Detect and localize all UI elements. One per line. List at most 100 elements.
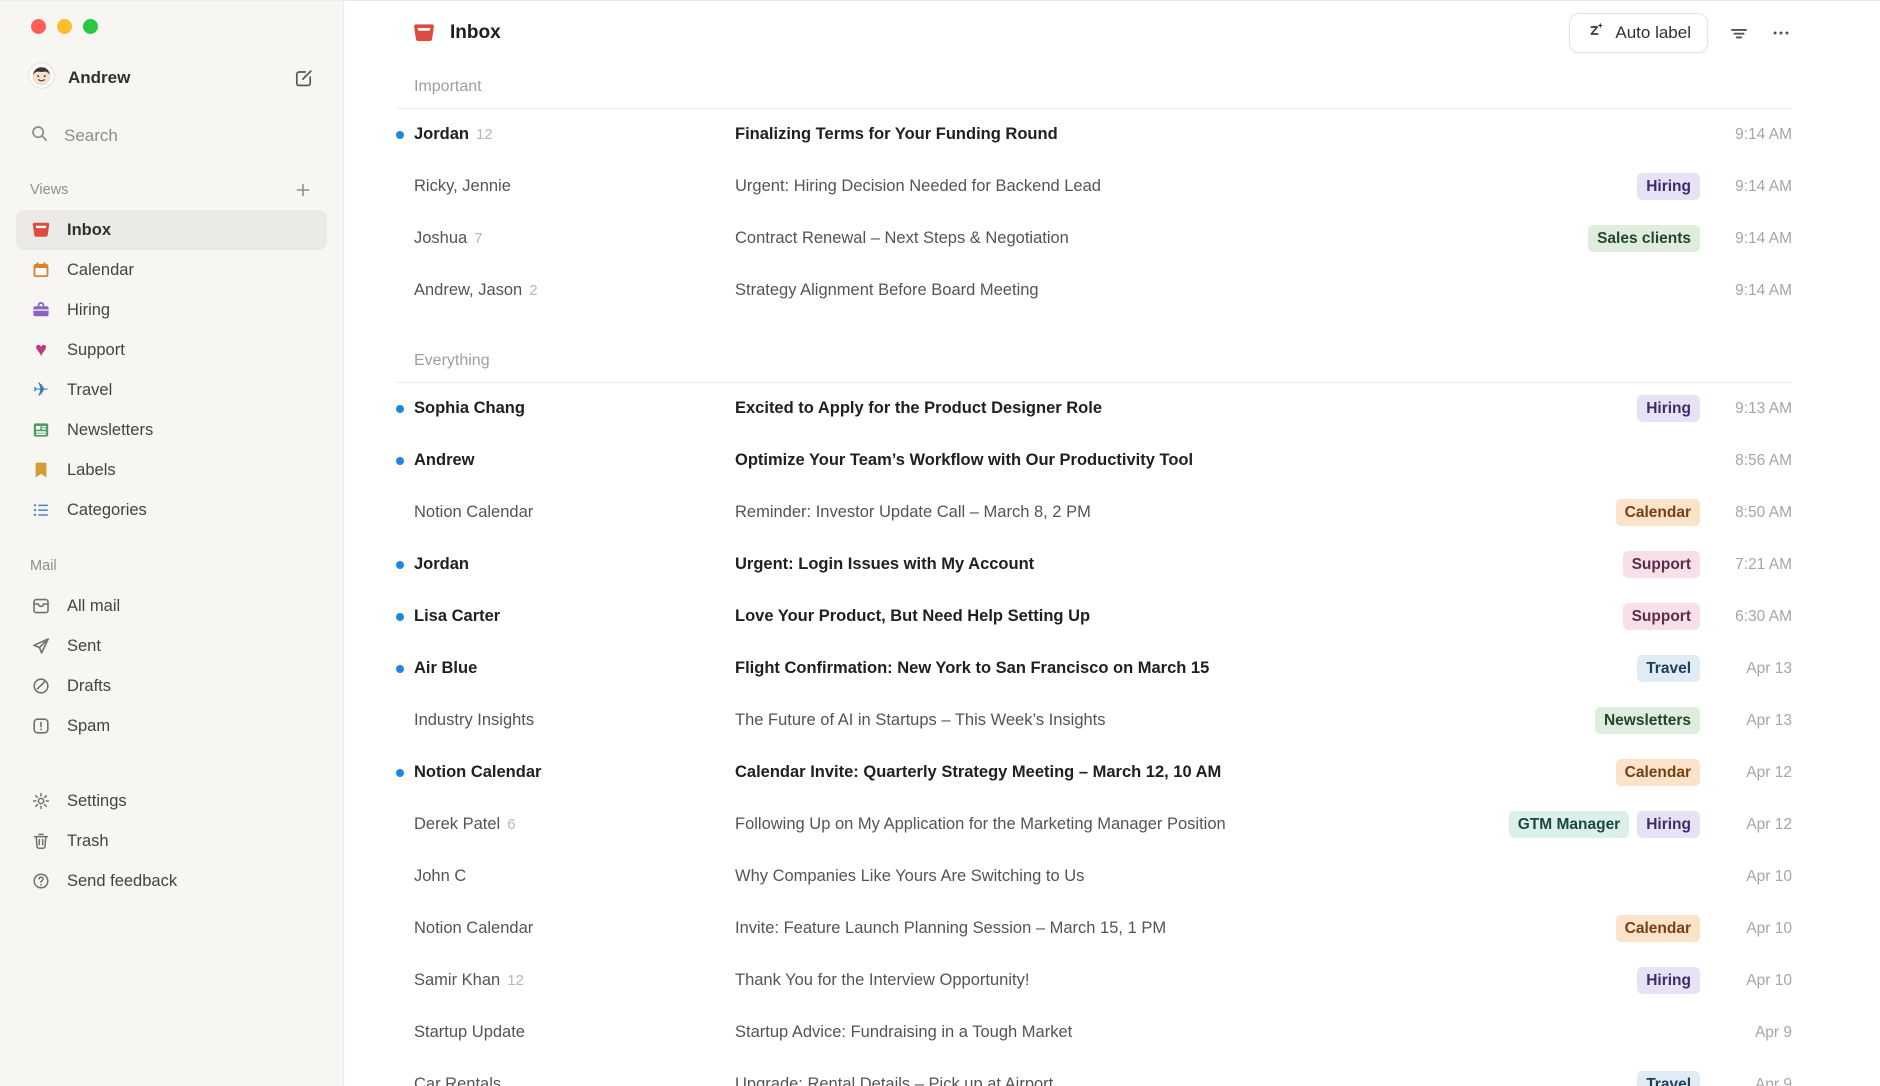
label-chip-calendar[interactable]: Calendar [1616,915,1700,942]
email-time: 8:50 AM [1700,504,1792,522]
email-time: 9:14 AM [1700,230,1792,248]
label-chip-hiring[interactable]: Hiring [1637,811,1700,838]
sidebar-item-label: Trash [67,832,109,851]
label-chip-gtm-manager[interactable]: GTM Manager [1509,811,1629,838]
sidebar-item-label: All mail [67,597,120,616]
sidebar-item-all-mail[interactable]: All mail [16,586,327,626]
sidebar-item-drafts[interactable]: Drafts [16,666,327,706]
email-sender: Samir Khan12 [414,971,735,990]
label-chip-travel[interactable]: Travel [1637,655,1700,682]
send-icon [30,636,52,656]
sidebar-item-settings[interactable]: Settings [16,781,327,821]
label-chip-hiring[interactable]: Hiring [1637,967,1700,994]
sidebar-item-label: Support [67,341,125,360]
thread-count: 2 [529,282,537,299]
label-chip-support[interactable]: Support [1623,603,1700,630]
email-row[interactable]: Andrew, Jason2Strategy Alignment Before … [396,265,1792,317]
label-chip-calendar[interactable]: Calendar [1616,499,1700,526]
email-row[interactable]: Notion CalendarInvite: Feature Launch Pl… [396,903,1792,955]
minimize-window-button[interactable] [57,19,72,34]
email-row[interactable]: JordanUrgent: Login Issues with My Accou… [396,539,1792,591]
unread-dot [396,126,414,144]
email-sender: Notion Calendar [414,919,735,938]
drafts-icon [30,676,52,696]
email-row[interactable]: Sophia ChangExcited to Apply for the Pro… [396,383,1792,435]
unread-dot [396,660,414,678]
email-row[interactable]: AndrewOptimize Your Team’s Workflow with… [396,435,1792,487]
email-row[interactable]: Samir Khan12Thank You for the Interview … [396,955,1792,1007]
label-chip-hiring[interactable]: Hiring [1637,395,1700,422]
email-row[interactable]: Derek Patel6Following Up on My Applicati… [396,799,1792,851]
label-chip-newsletters[interactable]: Newsletters [1595,707,1700,734]
email-subject: Why Companies Like Yours Are Switching t… [735,867,1700,886]
section-title: Important [396,65,1792,109]
email-row[interactable]: Startup UpdateStartup Advice: Fundraisin… [396,1007,1792,1059]
more-icon[interactable] [1770,22,1792,44]
label-chip-calendar[interactable]: Calendar [1616,759,1700,786]
sidebar-item-label: Hiring [67,301,110,320]
email-time: 9:14 AM [1700,282,1792,300]
briefcase-icon [30,300,52,320]
mail-section-label: Mail [30,558,57,574]
email-time: Apr 12 [1700,816,1792,834]
sidebar-item-label: Spam [67,717,110,736]
label-chip-sales-clients[interactable]: Sales clients [1588,225,1700,252]
email-subject: Love Your Product, But Need Help Setting… [735,607,1623,626]
email-row[interactable]: Industry InsightsThe Future of AI in Sta… [396,695,1792,747]
email-labels: Calendar [1616,759,1700,786]
sidebar-item-labels[interactable]: Labels [16,450,327,490]
sidebar-item-categories[interactable]: Categories [16,490,327,530]
email-row[interactable]: Joshua7Contract Renewal – Next Steps & N… [396,213,1792,265]
sidebar-item-label: Labels [67,461,116,480]
close-window-button[interactable] [31,19,46,34]
label-chip-travel[interactable]: Travel [1637,1071,1700,1086]
sidebar-item-label: Sent [67,637,101,656]
sidebar-item-sent[interactable]: Sent [16,626,327,666]
main-area: Inbox Auto label ImportantJordan12Finali… [344,1,1880,1086]
email-sender: Startup Update [414,1023,735,1042]
sidebar-item-calendar[interactable]: Calendar [16,250,327,290]
sidebar-item-send-feedback[interactable]: Send feedback [16,861,327,901]
label-chip-hiring[interactable]: Hiring [1637,173,1700,200]
email-row[interactable]: Notion CalendarReminder: Investor Update… [396,487,1792,539]
auto-label-button[interactable]: Auto label [1569,13,1708,53]
account-row[interactable]: Andrew [16,58,327,98]
sidebar-item-support[interactable]: ♥Support [16,330,327,370]
sidebar-item-spam[interactable]: Spam [16,706,327,746]
email-row[interactable]: Lisa CarterLove Your Product, But Need H… [396,591,1792,643]
add-view-button[interactable] [289,176,317,204]
email-subject: Startup Advice: Fundraising in a Tough M… [735,1023,1700,1042]
thread-count: 12 [507,972,524,989]
zoom-window-button[interactable] [83,19,98,34]
page-title: Inbox [450,22,501,44]
sidebar-item-travel[interactable]: ✈Travel [16,370,327,410]
sidebar-item-label: Categories [67,501,147,520]
email-row[interactable]: Car RentalsUpgrade: Rental Details – Pic… [396,1059,1792,1086]
avatar [28,62,55,94]
email-labels: Hiring [1637,173,1700,200]
filter-icon[interactable] [1728,22,1750,44]
sidebar-item-hiring[interactable]: Hiring [16,290,327,330]
email-sender: Jordan [414,555,735,574]
email-row[interactable]: Air BlueFlight Confirmation: New York to… [396,643,1792,695]
email-row[interactable]: Jordan12Finalizing Terms for Your Fundin… [396,109,1792,161]
email-subject: Urgent: Hiring Decision Needed for Backe… [735,177,1637,196]
search-input[interactable]: Search [16,116,327,156]
email-row[interactable]: Ricky, JennieUrgent: Hiring Decision Nee… [396,161,1792,213]
thread-count: 6 [507,816,515,833]
email-row[interactable]: John CWhy Companies Like Yours Are Switc… [396,851,1792,903]
email-labels: Support [1623,551,1700,578]
label-chip-support[interactable]: Support [1623,551,1700,578]
sidebar-item-inbox[interactable]: Inbox [16,210,327,250]
email-time: Apr 12 [1700,764,1792,782]
header-controls: Auto label [1569,13,1792,53]
email-labels: Calendar [1616,499,1700,526]
email-labels: Hiring [1637,395,1700,422]
email-time: Apr 10 [1700,920,1792,938]
compose-button[interactable] [289,64,317,92]
list-icon [30,500,52,520]
sidebar-item-newsletters[interactable]: Newsletters [16,410,327,450]
email-row[interactable]: Notion CalendarCalendar Invite: Quarterl… [396,747,1792,799]
sidebar-item-trash[interactable]: Trash [16,821,327,861]
bookmark-icon [30,460,52,480]
